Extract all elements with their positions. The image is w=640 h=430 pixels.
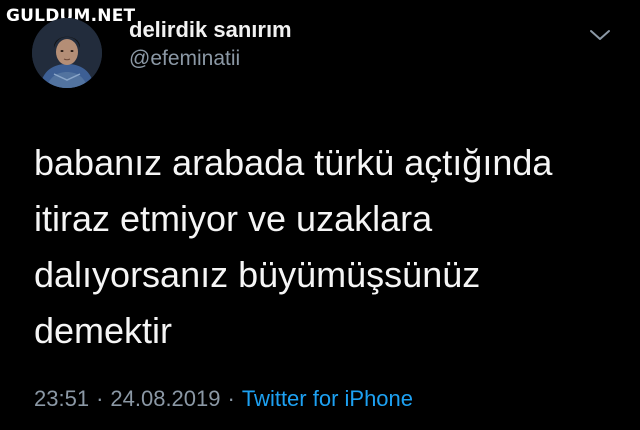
tweet-time[interactable]: 23:51 xyxy=(34,386,89,411)
tweet-date[interactable]: 24.08.2019 xyxy=(110,386,220,411)
tweet-text-line: babanız arabada türkü açtığında xyxy=(34,142,553,183)
meta-separator: · xyxy=(227,386,235,411)
tweet-text-line: demektir xyxy=(34,310,173,351)
avatar[interactable] xyxy=(32,18,102,88)
tweet-text-line: dalıyorsanız büyümüşsünüz xyxy=(34,254,481,295)
user-handle[interactable]: @efeminatii xyxy=(129,47,240,71)
tweet-text-line: itiraz etmiyor ve uzaklara xyxy=(34,198,433,239)
chevron-down-icon[interactable] xyxy=(588,27,612,43)
profile-photo xyxy=(32,18,102,88)
tweet-metadata: 23:51 · 24.08.2019 · Twitter for iPhone xyxy=(34,386,413,412)
tweet-source-link[interactable]: Twitter for iPhone xyxy=(242,386,413,411)
display-name[interactable]: delirdik sanırım xyxy=(129,17,292,43)
tweet-text: babanız arabada türkü açtığında itiraz e… xyxy=(34,135,624,359)
meta-separator: · xyxy=(96,386,104,411)
